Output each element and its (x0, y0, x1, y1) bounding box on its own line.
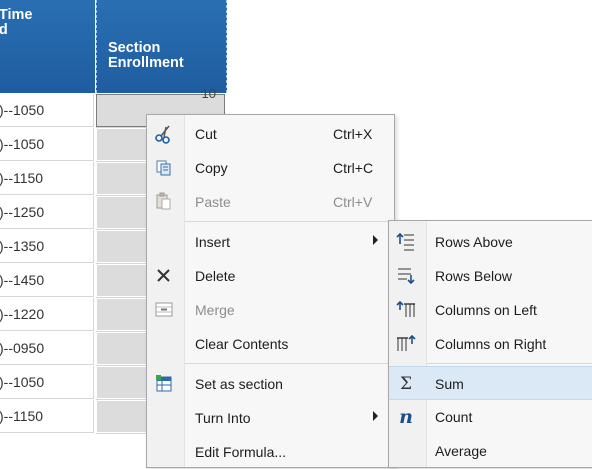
column-header-start-time[interactable]: t Time nd e (0, 0, 95, 93)
time-cell[interactable]: )--1350 (0, 230, 94, 263)
menu-separator (185, 221, 390, 222)
time-cell[interactable]: )--1050 (0, 366, 94, 399)
time-cell[interactable]: )--0950 (0, 332, 94, 365)
columns-right-icon (395, 334, 417, 354)
n-count-icon: n (399, 406, 413, 428)
submenu-arrow-icon (373, 235, 378, 245)
menu-item-clear-contents[interactable]: Clear Contents (147, 327, 394, 361)
menu-label: Delete (195, 268, 236, 284)
context-menu: Cut Ctrl+X Copy Ctrl+C Paste Ctrl+V Inse… (146, 114, 395, 468)
submenu-label: Columns on Right (435, 336, 547, 352)
enrollment-value: 10 (201, 86, 216, 101)
menu-item-delete[interactable]: Delete (147, 259, 394, 293)
submenu-label: Rows Above (435, 234, 513, 250)
scissors-icon (153, 124, 175, 144)
menu-label: Turn Into (195, 410, 251, 426)
time-cell[interactable]: )--1250 (0, 196, 94, 229)
menu-label: Insert (195, 234, 231, 250)
header-line: Section (108, 40, 161, 56)
paste-icon (153, 192, 175, 212)
submenu-label: Sum (435, 376, 464, 392)
time-cell[interactable]: )--1220 (0, 298, 94, 331)
copy-icon (153, 158, 175, 178)
menu-shortcut: Ctrl+C (333, 160, 374, 176)
menu-item-insert[interactable]: Insert (147, 225, 394, 259)
submenu-label: Rows Below (435, 268, 513, 284)
submenu-item-rows-above[interactable]: Rows Above (389, 225, 592, 259)
submenu-item-rows-below[interactable]: Rows Below (389, 259, 592, 293)
submenu-item-columns-right[interactable]: Columns on Right (389, 327, 592, 361)
menu-item-copy[interactable]: Copy Ctrl+C (147, 151, 394, 185)
column-header-section-enrollment[interactable]: Section Enrollment (96, 0, 227, 93)
header-line: e (0, 38, 32, 53)
submenu-label: Count (435, 409, 473, 425)
time-cell[interactable]: )--1050 (0, 94, 94, 127)
menu-item-cut[interactable]: Cut Ctrl+X (147, 117, 394, 151)
insert-submenu: Rows Above Rows Below Columns on Left Co… (388, 220, 592, 468)
header-line: nd (0, 22, 8, 38)
menu-item-set-as-section[interactable]: Set as section (147, 367, 394, 401)
menu-label: Copy (195, 160, 228, 176)
header-line: Enrollment (108, 55, 184, 71)
menu-item-paste[interactable]: Paste Ctrl+V (147, 185, 394, 219)
menu-item-merge[interactable]: Merge (147, 293, 394, 327)
rows-below-icon (395, 266, 417, 286)
columns-left-icon (395, 300, 417, 320)
header-line: t Time (0, 7, 33, 23)
submenu-label: Columns on Left (435, 302, 537, 318)
time-cell[interactable]: )--1050 (0, 128, 94, 161)
menu-label: Clear Contents (195, 336, 289, 352)
submenu-item-columns-left[interactable]: Columns on Left (389, 293, 592, 327)
menu-separator (185, 363, 390, 364)
menu-shortcut: Ctrl+V (333, 194, 373, 210)
column-divider (226, 0, 228, 93)
submenu-item-count[interactable]: n Count (389, 400, 592, 434)
rows-above-icon (395, 232, 417, 252)
menu-label: Merge (195, 302, 235, 318)
menu-label: Edit Formula... (195, 444, 287, 460)
submenu-separator (427, 363, 592, 364)
time-cell[interactable]: )--1450 (0, 264, 94, 297)
menu-shortcut: Ctrl+X (333, 126, 373, 142)
submenu-label: Average (435, 443, 487, 459)
time-cell[interactable]: )--1150 (0, 162, 94, 195)
sigma-icon: Σ (399, 374, 413, 394)
menu-item-edit-formula[interactable]: Edit Formula... (147, 435, 394, 469)
submenu-item-sum[interactable]: Σ Sum (389, 366, 592, 400)
set-section-icon (153, 374, 175, 394)
menu-label: Cut (195, 126, 217, 142)
menu-label: Paste (195, 194, 231, 210)
submenu-arrow-icon (373, 411, 378, 421)
merge-cells-icon (153, 300, 175, 320)
menu-label: Set as section (195, 376, 283, 392)
menu-item-turn-into[interactable]: Turn Into (147, 401, 394, 435)
time-cell[interactable]: )--1150 (0, 400, 94, 433)
submenu-item-average[interactable]: Average (389, 434, 592, 468)
delete-x-icon (153, 266, 175, 286)
